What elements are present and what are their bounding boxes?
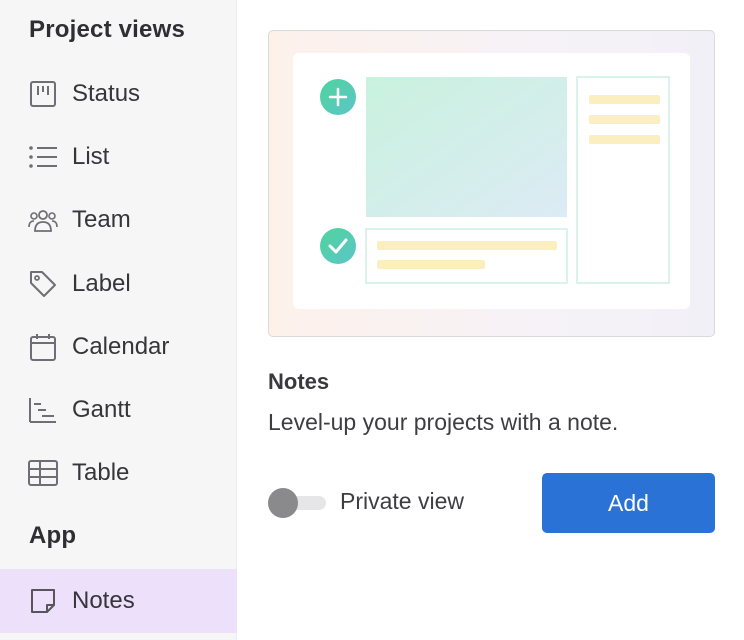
notes-detail-panel: Notes Level-up your projects with a note… xyxy=(238,0,744,640)
notes-preview-illustration xyxy=(268,30,715,337)
sidebar-item-calendar[interactable]: Calendar xyxy=(0,317,237,377)
notes-title: Notes xyxy=(268,369,330,394)
tag-icon xyxy=(28,269,58,299)
notes-description: Level-up your projects with a note. xyxy=(268,409,619,435)
sidebar-item-label: Gantt xyxy=(72,396,131,423)
calendar-icon xyxy=(28,332,58,362)
private-view-toggle[interactable] xyxy=(268,488,326,518)
sidebar-item-label[interactable]: Label xyxy=(0,254,237,314)
status-board-icon xyxy=(28,79,58,109)
sidebar-item-label-text: Label xyxy=(72,270,131,297)
notes-layout-illustration xyxy=(320,76,670,284)
add-button[interactable]: Add xyxy=(542,473,715,533)
sidebar-item-notes[interactable]: Notes xyxy=(0,569,237,633)
list-icon xyxy=(28,142,58,172)
sidebar-item-label: Team xyxy=(72,206,131,233)
sidebar-item-label: Notes xyxy=(72,587,135,614)
sidebar-item-table[interactable]: Table xyxy=(0,443,237,503)
sidebar-item-list[interactable]: List xyxy=(0,127,237,187)
gantt-chart-icon xyxy=(28,395,58,425)
private-view-label: Private view xyxy=(340,488,464,514)
sidebar-item-label: List xyxy=(72,143,110,170)
sidebar: Project views Status List Team Label Cal… xyxy=(0,0,237,640)
team-icon xyxy=(28,205,58,235)
sidebar-item-label: Status xyxy=(72,80,141,107)
sidebar-item-label: Calendar xyxy=(72,333,170,360)
table-icon xyxy=(28,458,58,488)
note-icon xyxy=(28,586,58,616)
toggle-knob xyxy=(268,488,298,518)
app-heading: App xyxy=(29,522,77,549)
preview-card xyxy=(293,53,690,309)
project-views-heading: Project views xyxy=(29,16,186,43)
sidebar-item-label: Table xyxy=(72,459,130,486)
sidebar-item-gantt[interactable]: Gantt xyxy=(0,380,237,440)
sidebar-item-status[interactable]: Status xyxy=(0,64,237,124)
sidebar-item-team[interactable]: Team xyxy=(0,190,237,250)
